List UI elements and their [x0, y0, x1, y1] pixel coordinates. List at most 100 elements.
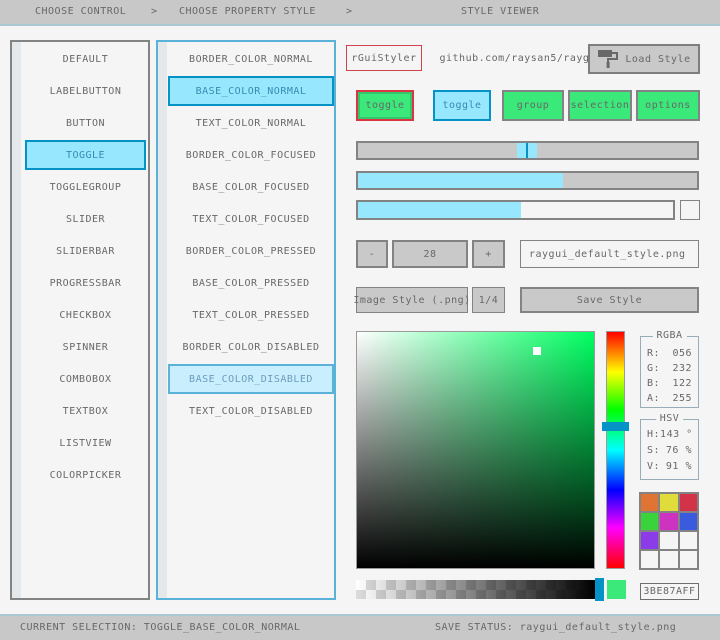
- ratio-button[interactable]: 1/4: [472, 287, 505, 313]
- demo-checkbox[interactable]: [680, 200, 700, 220]
- spinner-decrement-button[interactable]: -: [356, 240, 388, 268]
- control-item-combobox[interactable]: COMBOBOX: [25, 364, 146, 394]
- control-item-toggle[interactable]: TOGGLE: [25, 140, 146, 170]
- control-item-sliderbar[interactable]: SLIDERBAR: [25, 236, 146, 266]
- hex-color-input[interactable]: 3BE87AFF: [640, 583, 699, 600]
- control-item-checkbox[interactable]: CHECKBOX: [25, 300, 146, 330]
- g-value: 232: [672, 361, 692, 376]
- property-item-text-color-normal[interactable]: TEXT_COLOR_NORMAL: [168, 108, 334, 138]
- swatch-green[interactable]: [641, 513, 658, 530]
- demo-selection-label: selection: [571, 100, 630, 111]
- v-value: 91 %: [666, 459, 692, 475]
- swatch-red[interactable]: [680, 494, 697, 511]
- style-filename-text: raygui_default_style.png: [529, 249, 686, 260]
- color-swatch-grid: [639, 492, 699, 570]
- repo-link[interactable]: github.com/raysan5/raygui: [430, 45, 612, 71]
- control-item-textbox[interactable]: TEXTBOX: [25, 396, 146, 426]
- property-item-text-color-pressed[interactable]: TEXT_COLOR_PRESSED: [168, 300, 334, 330]
- property-item-border-color-pressed[interactable]: BORDER_COLOR_PRESSED: [168, 236, 334, 266]
- property-item-border-color-disabled[interactable]: BORDER_COLOR_DISABLED: [168, 332, 334, 362]
- properties-list-panel: BORDER_COLOR_NORMAL BASE_COLOR_NORMAL TE…: [156, 40, 336, 600]
- demo-group-button[interactable]: group: [502, 90, 564, 121]
- property-item-base-color-disabled[interactable]: BASE_COLOR_DISABLED: [168, 364, 334, 394]
- control-item-button[interactable]: BUTTON: [25, 108, 146, 138]
- property-item-border-color-focused[interactable]: BORDER_COLOR_FOCUSED: [168, 140, 334, 170]
- slider-handle[interactable]: [517, 143, 537, 158]
- spinner-plus-label: +: [485, 249, 492, 260]
- swatch-orange[interactable]: [641, 494, 658, 511]
- demo-selection-button[interactable]: selection: [568, 90, 632, 121]
- demo-options-label: options: [645, 100, 691, 111]
- swatch-yellow[interactable]: [660, 494, 677, 511]
- properties-list: BORDER_COLOR_NORMAL BASE_COLOR_NORMAL TE…: [158, 44, 334, 428]
- property-item-base-color-focused[interactable]: BASE_COLOR_FOCUSED: [168, 172, 334, 202]
- rgba-row-a: A: 255: [641, 391, 698, 406]
- control-item-togglegroup[interactable]: TOGGLEGROUP: [25, 172, 146, 202]
- swatch-blue[interactable]: [680, 513, 697, 530]
- hue-bar[interactable]: [606, 331, 625, 569]
- demo-options-button[interactable]: options: [636, 90, 700, 121]
- property-item-border-color-normal[interactable]: BORDER_COLOR_NORMAL: [168, 44, 334, 74]
- alpha-handle[interactable]: [595, 578, 604, 601]
- breadcrumb-choose-property-style: CHOOSE PROPERTY STYLE: [179, 0, 316, 24]
- progressbar-fill: [358, 202, 521, 218]
- property-item-text-color-focused[interactable]: TEXT_COLOR_FOCUSED: [168, 204, 334, 234]
- spinner-value[interactable]: 28: [392, 240, 468, 268]
- r-label: R:: [647, 346, 660, 361]
- rgba-row-b: B: 122: [641, 376, 698, 391]
- save-style-label: Save Style: [577, 295, 642, 306]
- spinner-increment-button[interactable]: +: [472, 240, 505, 268]
- g-label: G:: [647, 361, 660, 376]
- v-label: V:: [647, 459, 660, 475]
- swatch-purple[interactable]: [641, 532, 658, 549]
- alpha-gradient-overlay: [356, 580, 596, 599]
- demo-group-label: group: [517, 100, 550, 111]
- control-item-listview[interactable]: LISTVIEW: [25, 428, 146, 458]
- hsv-row-h: H: 143 °: [641, 427, 698, 443]
- style-filename-input[interactable]: raygui_default_style.png: [520, 240, 699, 268]
- a-value: 255: [672, 391, 692, 406]
- a-label: A:: [647, 391, 660, 406]
- rgba-row-r: R: 056: [641, 346, 698, 361]
- demo-sliderbar[interactable]: [356, 171, 699, 190]
- hex-color-text: 3BE87AFF: [643, 586, 695, 597]
- control-item-progressbar[interactable]: PROGRESSBAR: [25, 268, 146, 298]
- current-color-swatch: [607, 580, 626, 599]
- image-style-label: Image Style (.png): [353, 295, 470, 306]
- color-cursor[interactable]: [533, 347, 541, 355]
- swatch-empty[interactable]: [641, 551, 658, 568]
- hsv-title: HSV: [656, 413, 684, 424]
- property-item-base-color-normal[interactable]: BASE_COLOR_NORMAL: [168, 76, 334, 106]
- property-item-base-color-pressed[interactable]: BASE_COLOR_PRESSED: [168, 268, 334, 298]
- paint-roller-icon: [597, 49, 619, 69]
- s-label: S:: [647, 443, 660, 459]
- alpha-slider[interactable]: [356, 580, 596, 599]
- save-style-button[interactable]: Save Style: [520, 287, 699, 313]
- hue-handle[interactable]: [602, 422, 629, 431]
- breadcrumb-separator: >: [346, 0, 353, 24]
- swatch-empty[interactable]: [680, 532, 697, 549]
- h-value: 143 °: [660, 427, 693, 443]
- image-style-button[interactable]: Image Style (.png): [356, 287, 468, 313]
- swatch-empty[interactable]: [660, 551, 677, 568]
- rgba-groupbox: RGBA R: 056 G: 232 B: 122 A: 255: [640, 336, 699, 408]
- app-name-text: rGuiStyler: [351, 53, 416, 64]
- demo-toggle-active-button[interactable]: toggle: [356, 90, 414, 121]
- control-item-labelbutton[interactable]: LABELBUTTON: [25, 76, 146, 106]
- h-label: H:: [647, 427, 660, 443]
- swatch-empty[interactable]: [680, 551, 697, 568]
- control-item-default[interactable]: DEFAULT: [25, 44, 146, 74]
- s-value: 76 %: [666, 443, 692, 459]
- demo-toggle-focused-button[interactable]: toggle: [433, 90, 491, 121]
- demo-slider[interactable]: [356, 141, 699, 160]
- control-item-colorpicker[interactable]: COLORPICKER: [25, 460, 146, 490]
- property-item-text-color-disabled[interactable]: TEXT_COLOR_DISABLED: [168, 396, 334, 426]
- load-style-button[interactable]: Load Style: [588, 44, 700, 74]
- control-item-slider[interactable]: SLIDER: [25, 204, 146, 234]
- control-item-spinner[interactable]: SPINNER: [25, 332, 146, 362]
- status-bar: CURRENT SELECTION: TOGGLE_BASE_COLOR_NOR…: [0, 614, 720, 640]
- swatch-empty[interactable]: [660, 532, 677, 549]
- breadcrumb-style-viewer: STYLE VIEWER: [461, 0, 539, 24]
- swatch-magenta[interactable]: [660, 513, 677, 530]
- saturation-value-panel[interactable]: [356, 331, 595, 569]
